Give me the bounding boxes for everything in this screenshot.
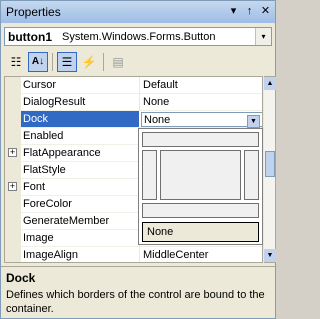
toolbar-separator (52, 53, 53, 71)
property-name: GenerateMember (23, 215, 110, 227)
property-row[interactable]: ImageAlign MiddleCenter (5, 247, 262, 262)
object-name: button1 (8, 30, 52, 44)
properties-window: Properties ▾ ↑ ✕ button1 System.Windows.… (0, 0, 276, 319)
property-value[interactable]: MiddleCenter (143, 249, 262, 261)
dropdown-icon[interactable]: ▾ (227, 5, 240, 18)
property-name: DialogResult (23, 96, 86, 108)
alphabetical-sort-icon[interactable]: A↓ (28, 52, 48, 72)
property-row-selected[interactable]: Dock None ▼ (5, 111, 262, 128)
property-row[interactable]: Cursor Default (5, 77, 262, 94)
vertical-scrollbar[interactable]: ▲ ▼ (264, 76, 276, 263)
chevron-down-icon[interactable]: ▼ (247, 115, 260, 128)
property-value-editor[interactable]: None ▼ (141, 112, 262, 128)
chevron-down-icon[interactable]: ▾ (255, 28, 271, 45)
properties-icon[interactable]: ☰ (57, 52, 77, 72)
dock-bottom-button[interactable] (142, 203, 259, 218)
close-icon[interactable]: ✕ (259, 5, 272, 18)
scrollbar-thumb[interactable] (265, 151, 275, 177)
property-name: ImageAlign (23, 249, 79, 261)
property-row[interactable]: DialogResult None (5, 94, 262, 111)
window-title: Properties (6, 5, 61, 19)
property-name: Image (23, 232, 54, 244)
property-value[interactable]: Default (143, 79, 262, 91)
property-pages-icon[interactable]: ▤ (108, 52, 128, 72)
property-value: None (144, 114, 171, 126)
lightning-icon[interactable]: ⚡ (79, 52, 99, 72)
description-title: Dock (6, 271, 36, 285)
property-name: Enabled (23, 130, 64, 142)
categorized-icon[interactable]: ☷ (6, 52, 26, 72)
dock-right-button[interactable] (244, 150, 259, 200)
property-name: Cursor (23, 79, 57, 91)
property-name: FlatStyle (23, 164, 66, 176)
property-name: ForeColor (23, 198, 72, 210)
property-value[interactable]: None (143, 96, 262, 108)
title-bar[interactable]: Properties ▾ ↑ ✕ (1, 1, 275, 23)
properties-toolbar: ☷ A↓ ☰ ⚡ ▤ (4, 50, 272, 74)
dock-none-button[interactable]: None (142, 222, 259, 242)
scroll-down-icon[interactable]: ▼ (264, 249, 276, 262)
pin-icon[interactable]: ↑ (243, 5, 256, 18)
property-name: FlatAppearance (23, 147, 101, 159)
object-type: System.Windows.Forms.Button (62, 31, 216, 43)
scroll-up-icon[interactable]: ▲ (264, 77, 276, 90)
property-name: Font (23, 181, 46, 193)
object-selector[interactable]: button1 System.Windows.Forms.Button ▾ (4, 27, 272, 46)
description-pane: Dock Defines which borders of the contro… (1, 266, 275, 318)
toolbar-separator (103, 53, 104, 71)
description-text: Defines which borders of the control are… (6, 289, 265, 315)
dock-left-button[interactable] (142, 150, 157, 200)
dock-editor-dropdown: None (138, 128, 263, 245)
dock-fill-button[interactable] (160, 150, 241, 200)
property-name: Dock (21, 111, 139, 127)
expand-icon[interactable]: + (8, 148, 17, 157)
dock-top-button[interactable] (142, 132, 259, 147)
expand-icon[interactable]: + (8, 182, 17, 191)
